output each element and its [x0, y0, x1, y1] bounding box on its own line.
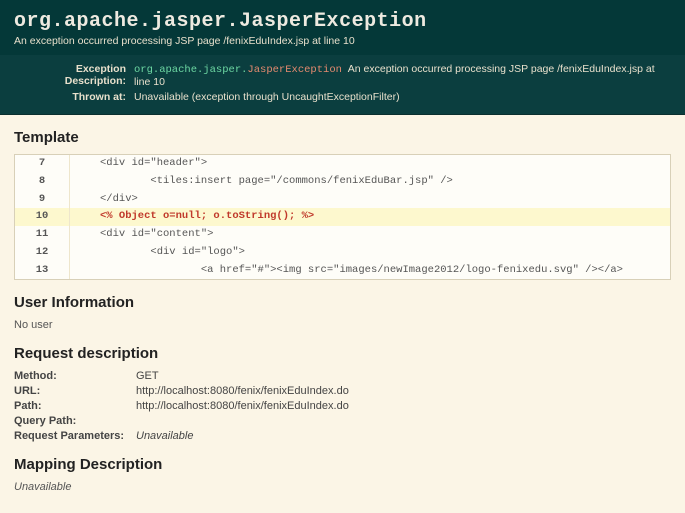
desc-class: JasperException	[247, 64, 342, 76]
mapping-desc-heading: Mapping Description	[14, 456, 671, 473]
template-code-box: 7<div id="header">8 <tiles:insert page="…	[14, 154, 671, 280]
template-line: 10<% Object o=null; o.toString(); %>	[15, 208, 670, 226]
params-key: Request Parameters:	[14, 430, 136, 442]
line-number: 9	[15, 191, 70, 209]
line-number: 11	[15, 226, 70, 244]
code-text: <div id="logo">	[70, 244, 251, 262]
method-val: GET	[136, 370, 671, 382]
exception-meta: Exception Description: org.apache.jasper…	[0, 55, 685, 115]
error-header: org.apache.jasper.JasperException An exc…	[0, 0, 685, 55]
code-text: <div id="header">	[70, 155, 213, 173]
template-line: 9</div>	[15, 191, 670, 209]
line-number: 10	[15, 208, 70, 226]
content-area: Template 7<div id="header">8 <tiles:inse…	[0, 115, 685, 513]
request-table: Method:GET URL:http://localhost:8080/fen…	[14, 370, 671, 442]
thrown-value: Unavailable (exception through UncaughtE…	[134, 91, 671, 103]
query-val	[136, 415, 671, 427]
code-text: </div>	[70, 191, 144, 209]
path-val: http://localhost:8080/fenix/fenixEduInde…	[136, 400, 671, 412]
template-heading: Template	[14, 129, 671, 146]
method-key: Method:	[14, 370, 136, 382]
code-text: <% Object o=null; o.toString(); %>	[70, 208, 320, 226]
template-line: 8 <tiles:insert page="/commons/fenixEduB…	[15, 173, 670, 191]
template-line: 12 <div id="logo">	[15, 244, 670, 262]
desc-value: org.apache.jasper.JasperException An exc…	[134, 63, 671, 88]
line-number: 8	[15, 173, 70, 191]
user-info-text: No user	[14, 319, 671, 331]
user-info-heading: User Information	[14, 294, 671, 311]
line-number: 7	[15, 155, 70, 173]
code-text: <tiles:insert page="/commons/fenixEduBar…	[70, 173, 459, 191]
url-key: URL:	[14, 385, 136, 397]
desc-label: Exception Description:	[14, 63, 134, 88]
url-val: http://localhost:8080/fenix/fenixEduInde…	[136, 385, 671, 397]
request-desc-heading: Request description	[14, 345, 671, 362]
code-text: <div id="content">	[70, 226, 219, 244]
title-package: org.apache.jasper.	[14, 10, 239, 33]
exception-subtitle: An exception occurred processing JSP pag…	[14, 35, 671, 47]
desc-package: org.apache.jasper.	[134, 64, 247, 76]
mapping-text: Unavailable	[14, 481, 671, 493]
title-class: JasperException	[239, 10, 427, 33]
template-line: 7<div id="header">	[15, 155, 670, 173]
line-number: 13	[15, 262, 70, 280]
params-val: Unavailable	[136, 430, 671, 442]
query-key: Query Path:	[14, 415, 136, 427]
exception-title: org.apache.jasper.JasperException	[14, 10, 671, 33]
template-line: 13 <a href="#"><img src="images/newImage…	[15, 262, 670, 280]
code-text: <a href="#"><img src="images/newImage201…	[70, 262, 629, 280]
thrown-label: Thrown at:	[14, 91, 134, 103]
path-key: Path:	[14, 400, 136, 412]
template-line: 11<div id="content">	[15, 226, 670, 244]
line-number: 12	[15, 244, 70, 262]
